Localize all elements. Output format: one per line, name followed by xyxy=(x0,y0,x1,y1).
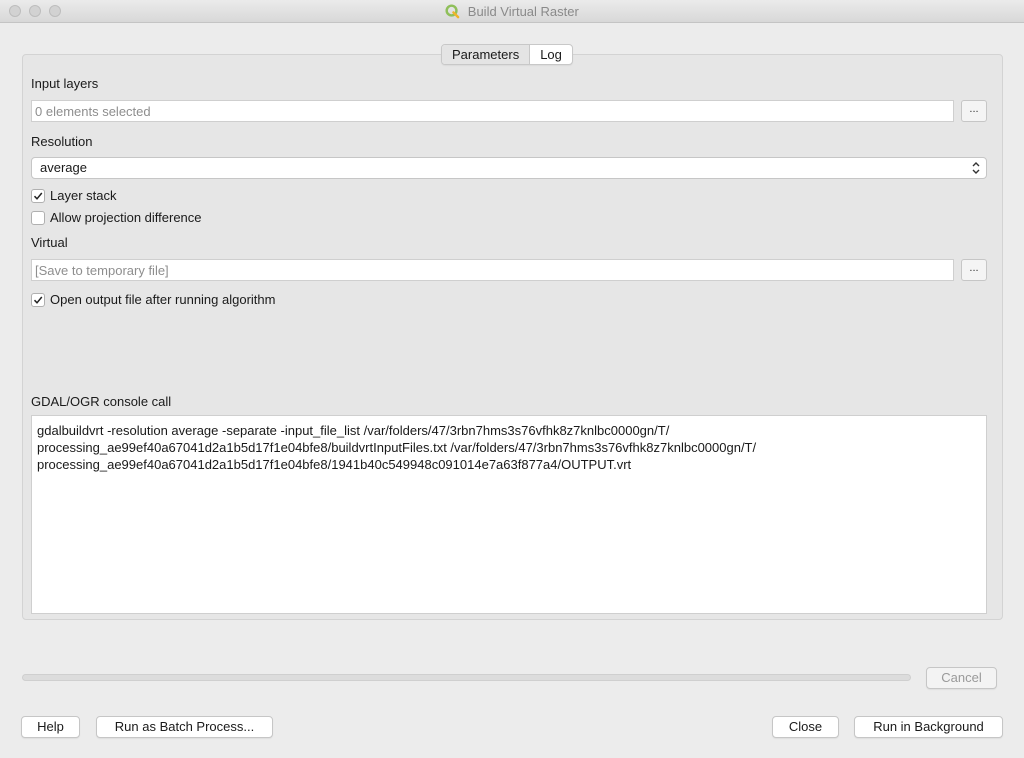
help-button[interactable]: Help xyxy=(21,716,80,738)
allow-projection-checkbox[interactable] xyxy=(31,210,45,225)
layer-stack-checkbox[interactable] xyxy=(31,188,45,203)
input-layers-label: Input layers xyxy=(31,76,99,91)
tab-log[interactable]: Log xyxy=(530,45,572,64)
resolution-label: Resolution xyxy=(31,134,93,149)
tab-parameters[interactable]: Parameters xyxy=(442,45,531,64)
layer-stack-row[interactable]: Layer stack xyxy=(31,188,116,203)
resolution-selected-value: average xyxy=(40,160,87,175)
open-output-row[interactable]: Open output file after running algorithm xyxy=(31,292,275,307)
virtual-browse-button[interactable]: ... xyxy=(961,259,987,281)
virtual-label: Virtual xyxy=(31,235,68,250)
open-output-label: Open output file after running algorithm xyxy=(50,292,276,307)
run-in-background-button[interactable]: Run in Background xyxy=(854,716,1003,738)
console-call-textarea[interactable]: gdalbuildvrt -resolution average -separa… xyxy=(31,415,987,614)
window-title: Build Virtual Raster xyxy=(467,4,579,19)
layer-stack-label: Layer stack xyxy=(50,188,117,203)
virtual-output-field[interactable]: [Save to temporary file] xyxy=(31,259,954,281)
select-updown-icon xyxy=(970,159,982,180)
resolution-select[interactable]: average xyxy=(31,157,987,179)
input-layers-field[interactable]: 0 elements selected xyxy=(31,100,954,122)
progress-bar xyxy=(22,674,911,681)
allow-projection-row[interactable]: Allow projection difference xyxy=(31,210,202,225)
title-bar: Build Virtual Raster xyxy=(0,0,1024,23)
allow-projection-label: Allow projection difference xyxy=(50,210,202,225)
run-batch-button[interactable]: Run as Batch Process... xyxy=(96,716,273,738)
open-output-checkbox[interactable] xyxy=(31,292,45,307)
input-layers-browse-button[interactable]: ... xyxy=(961,100,987,122)
checkmark-icon xyxy=(33,296,43,304)
cancel-button[interactable]: Cancel xyxy=(926,667,997,689)
close-button[interactable]: Close xyxy=(772,716,839,738)
checkmark-icon xyxy=(33,192,43,200)
qgis-logo-icon xyxy=(445,4,460,22)
console-label: GDAL/OGR console call xyxy=(31,394,172,409)
tab-bar: Parameters Log xyxy=(441,44,573,65)
window-title-wrap: Build Virtual Raster xyxy=(0,4,1024,22)
